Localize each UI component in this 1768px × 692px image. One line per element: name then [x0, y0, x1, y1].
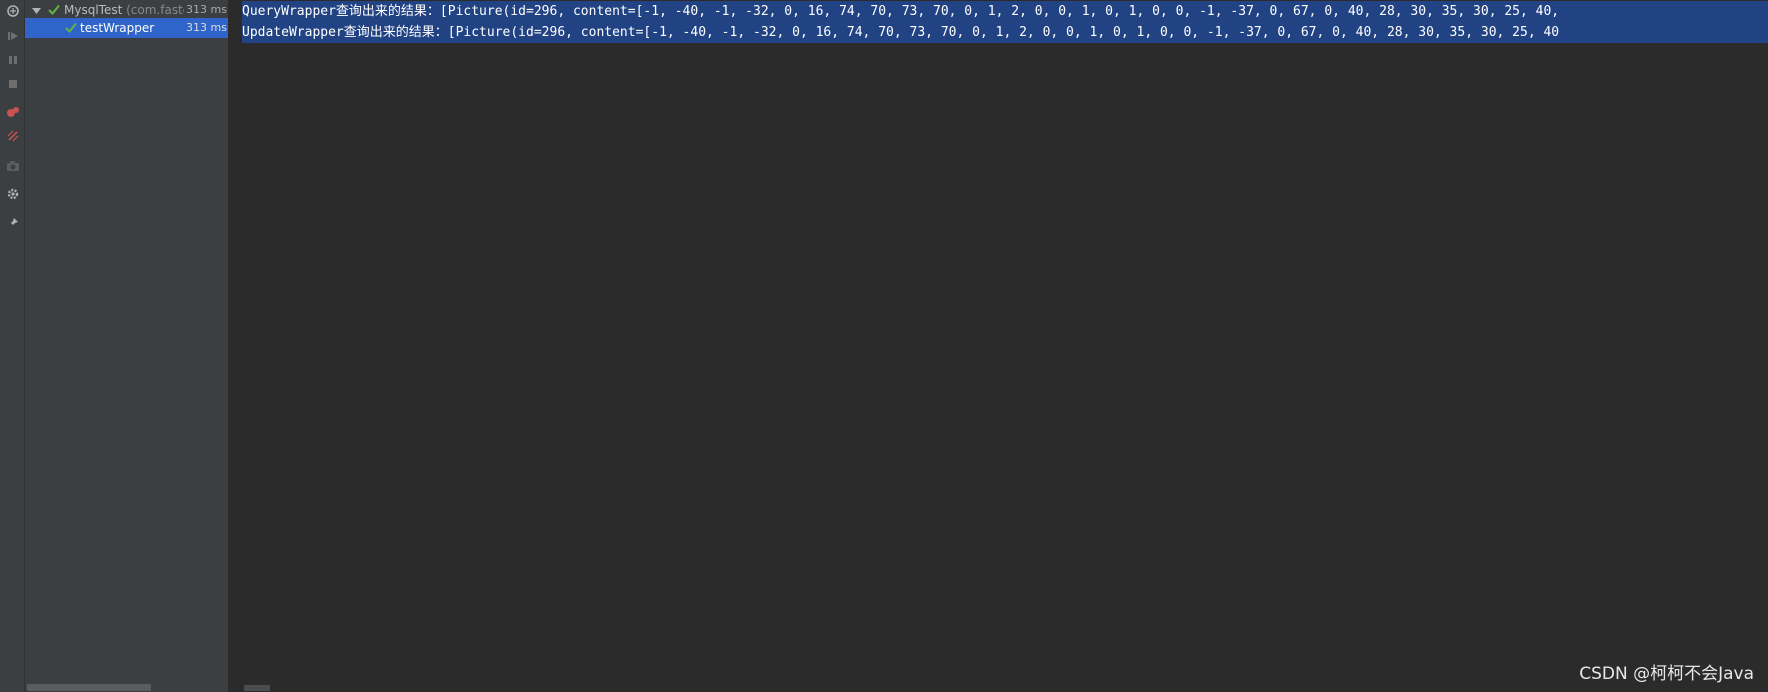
- test-tree-root[interactable]: MysqlTest (com.faste 313 ms: [25, 0, 228, 20]
- passed-check-icon: [48, 4, 60, 18]
- resume-icon[interactable]: [3, 26, 22, 45]
- passed-check-icon: [65, 22, 77, 36]
- console-output[interactable]: QueryWrapper查询出来的结果：[Picture(id=296, con…: [230, 0, 1768, 692]
- test-tree-item-testwrapper[interactable]: testWrapper 313 ms: [25, 18, 228, 38]
- settings-icon[interactable]: [3, 184, 22, 203]
- pause-icon[interactable]: [3, 50, 22, 69]
- screenshot-icon[interactable]: [3, 156, 22, 175]
- test-class-name: MysqlTest (com.faste: [64, 3, 190, 17]
- console-horizontal-scrollbar[interactable]: [244, 685, 270, 691]
- rerun-icon[interactable]: [3, 1, 22, 20]
- console-line[interactable]: UpdateWrapper查询出来的结果：[Picture(id=296, co…: [242, 22, 1768, 43]
- expand-arrow-icon[interactable]: [32, 5, 41, 19]
- test-tree-panel: MysqlTest (com.faste 313 ms testWrapper …: [25, 0, 229, 692]
- tree-horizontal-scrollbar[interactable]: [27, 684, 151, 691]
- ide-run-window: MysqlTest (com.faste 313 ms testWrapper …: [0, 0, 1768, 692]
- test-method-duration: 313 ms: [184, 21, 227, 34]
- test-class-package: (com.faste: [126, 3, 191, 17]
- test-class-label: MysqlTest: [64, 3, 123, 17]
- pin-icon[interactable]: [3, 213, 22, 232]
- console-line[interactable]: QueryWrapper查询出来的结果：[Picture(id=296, con…: [242, 1, 1768, 22]
- toggle-auto-test-icon[interactable]: [3, 126, 22, 145]
- test-method-label: testWrapper: [80, 21, 155, 35]
- stop-icon[interactable]: [3, 74, 22, 93]
- rerun-failed-icon[interactable]: [3, 102, 22, 121]
- run-toolbar: [0, 0, 25, 692]
- test-class-duration: 313 ms: [184, 3, 227, 16]
- csdn-watermark: CSDN @柯柯不会Java: [1579, 664, 1754, 684]
